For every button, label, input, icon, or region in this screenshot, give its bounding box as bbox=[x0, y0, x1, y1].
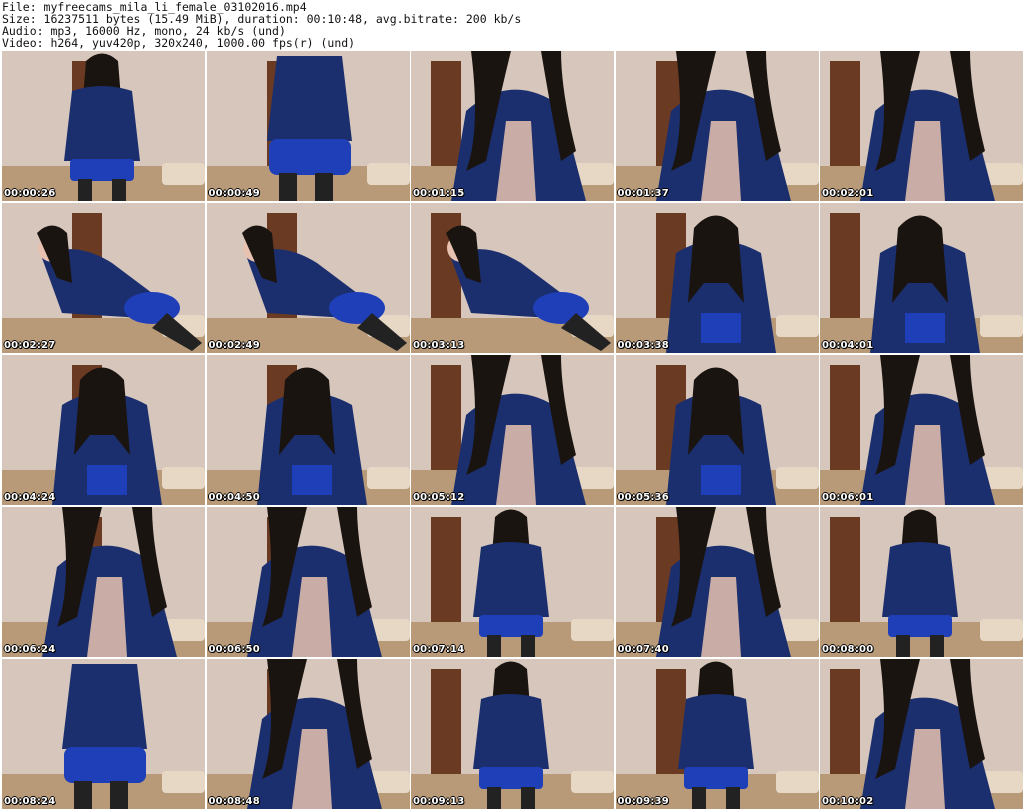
thumbnail-frame[interactable]: 00:05:36 bbox=[615, 355, 819, 505]
timestamp-label: 00:08:24 bbox=[4, 796, 56, 807]
thumbnail-image bbox=[2, 355, 205, 505]
thumbnail-image bbox=[820, 203, 1023, 353]
door-shape bbox=[431, 61, 461, 171]
timestamp-label: 00:04:50 bbox=[208, 492, 260, 503]
timestamp-label: 00:08:00 bbox=[822, 644, 874, 655]
door-shape bbox=[431, 669, 461, 779]
thumbnail-image bbox=[206, 51, 410, 201]
timestamp-label: 00:02:27 bbox=[4, 340, 56, 351]
thumbnail-image bbox=[206, 355, 410, 505]
thumbnail-image bbox=[206, 203, 410, 353]
thumbnail-frame[interactable]: 00:08:00 bbox=[820, 507, 1023, 657]
thumbnail-image bbox=[2, 51, 205, 201]
thumbnail-image bbox=[615, 51, 819, 201]
timestamp-label: 00:10:02 bbox=[822, 796, 874, 807]
thumbnail-image bbox=[615, 355, 819, 505]
thumbnail-frame[interactable]: 00:08:48 bbox=[206, 659, 410, 809]
thumbnail-image bbox=[820, 659, 1023, 809]
door-shape bbox=[830, 61, 860, 171]
door-shape bbox=[830, 669, 860, 779]
door-shape bbox=[830, 517, 860, 627]
timestamp-label: 00:07:40 bbox=[617, 644, 669, 655]
timestamp-label: 00:08:48 bbox=[208, 796, 260, 807]
thumbnail-frame[interactable]: 00:08:24 bbox=[2, 659, 205, 809]
timestamp-label: 00:04:24 bbox=[4, 492, 56, 503]
thumbnail-frame[interactable]: 00:04:50 bbox=[206, 355, 410, 505]
timestamp-label: 00:02:01 bbox=[822, 188, 874, 199]
thumbnail-image bbox=[820, 51, 1023, 201]
thumbnail-frame[interactable]: 00:05:12 bbox=[411, 355, 614, 505]
thumbnail-frame[interactable]: 00:04:24 bbox=[2, 355, 205, 505]
timestamp-label: 00:01:15 bbox=[413, 188, 465, 199]
thumbnail-frame[interactable]: 00:06:01 bbox=[820, 355, 1023, 505]
thumbnail-image bbox=[411, 659, 614, 809]
video-info-text: Video: h264, yuv420p, 320x240, 1000.00 f… bbox=[2, 36, 356, 50]
thumbnail-frame[interactable]: 00:06:50 bbox=[206, 507, 410, 657]
thumbnail-frame[interactable]: 00:09:13 bbox=[411, 659, 614, 809]
thumbnail-image bbox=[2, 203, 205, 353]
thumbnail-image bbox=[411, 203, 614, 353]
thumbnail-frame[interactable]: 00:02:49 bbox=[206, 203, 410, 353]
timestamp-label: 00:04:01 bbox=[822, 340, 874, 351]
timestamp-label: 00:02:49 bbox=[208, 340, 260, 351]
thumbnail-frame[interactable]: 00:02:01 bbox=[820, 51, 1023, 201]
thumbnail-frame[interactable]: 00:07:40 bbox=[615, 507, 819, 657]
timestamp-label: 00:05:12 bbox=[413, 492, 465, 503]
timestamp-label: 00:03:13 bbox=[413, 340, 465, 351]
thumbnail-image bbox=[411, 51, 614, 201]
thumbnail-frame[interactable]: 00:02:27 bbox=[2, 203, 205, 353]
timestamp-label: 00:07:14 bbox=[413, 644, 465, 655]
thumbnail-image bbox=[820, 355, 1023, 505]
timestamp-label: 00:09:13 bbox=[413, 796, 465, 807]
door-shape bbox=[830, 213, 860, 323]
timestamp-label: 00:03:38 bbox=[617, 340, 669, 351]
thumbnail-frame[interactable]: 00:01:37 bbox=[615, 51, 819, 201]
thumbnail-frame[interactable]: 00:06:24 bbox=[2, 507, 205, 657]
thumbnail-frame[interactable]: 00:03:13 bbox=[411, 203, 614, 353]
door-shape bbox=[830, 365, 860, 475]
door-shape bbox=[431, 365, 461, 475]
thumbnail-image bbox=[206, 507, 410, 657]
thumbnail-frame[interactable]: 00:10:02 bbox=[820, 659, 1023, 809]
file-info-header: File: myfreecams_mila_li_female_03102016… bbox=[2, 1, 1022, 49]
thumbnail-frame[interactable]: 00:03:38 bbox=[615, 203, 819, 353]
thumbnail-frame[interactable]: 00:07:14 bbox=[411, 507, 614, 657]
thumbnail-frame[interactable]: 00:09:39 bbox=[615, 659, 819, 809]
thumbnail-image bbox=[615, 507, 819, 657]
thumbnail-frame[interactable]: 00:00:49 bbox=[206, 51, 410, 201]
thumbnail-grid: 00:00:26 00:00:49 00:01:15 00:01:37 00:0… bbox=[2, 51, 1023, 810]
thumbnail-frame[interactable]: 00:00:26 bbox=[2, 51, 205, 201]
thumbnail-image bbox=[206, 659, 410, 809]
thumbnail-image bbox=[820, 507, 1023, 657]
timestamp-label: 00:06:50 bbox=[208, 644, 260, 655]
thumbnail-image bbox=[2, 659, 205, 809]
timestamp-label: 00:00:26 bbox=[4, 188, 56, 199]
thumbnail-image bbox=[615, 203, 819, 353]
thumbnail-frame[interactable]: 00:04:01 bbox=[820, 203, 1023, 353]
timestamp-label: 00:00:49 bbox=[208, 188, 260, 199]
thumbnail-image bbox=[411, 355, 614, 505]
thumbnail-image bbox=[411, 507, 614, 657]
timestamp-label: 00:05:36 bbox=[617, 492, 669, 503]
thumbnail-frame[interactable]: 00:01:15 bbox=[411, 51, 614, 201]
timestamp-label: 00:06:01 bbox=[822, 492, 874, 503]
timestamp-label: 00:06:24 bbox=[4, 644, 56, 655]
thumbnail-image bbox=[2, 507, 205, 657]
timestamp-label: 00:09:39 bbox=[617, 796, 669, 807]
door-shape bbox=[431, 517, 461, 627]
thumbnail-image bbox=[615, 659, 819, 809]
timestamp-label: 00:01:37 bbox=[617, 188, 669, 199]
